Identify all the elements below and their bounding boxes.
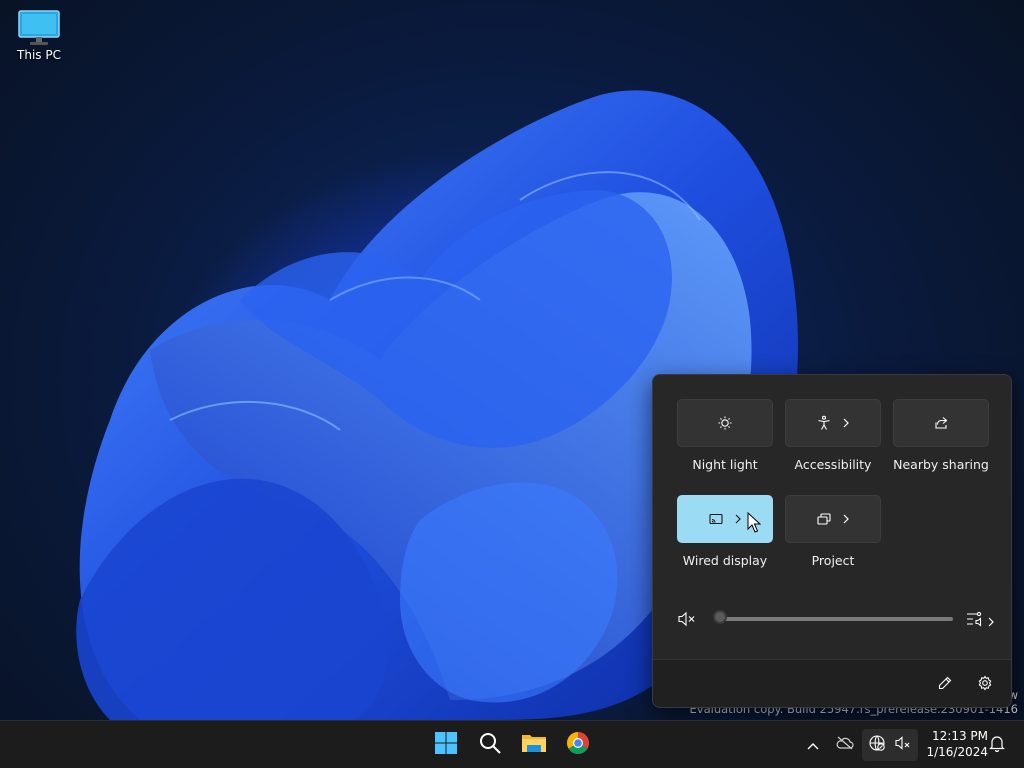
windows-start-icon	[434, 731, 458, 759]
project-icon	[816, 511, 832, 527]
nearby-sharing-label: Nearby sharing	[893, 457, 989, 472]
file-explorer-button[interactable]	[516, 727, 552, 763]
start-button[interactable]	[428, 727, 464, 763]
pencil-icon[interactable]	[937, 675, 953, 695]
clock-button[interactable]: 12:13 PM 1/16/2024	[918, 728, 988, 760]
cloud-offline-icon	[835, 735, 855, 755]
project-label: Project	[811, 553, 855, 568]
chrome-icon	[566, 731, 590, 759]
cast-icon	[708, 511, 724, 527]
night-light-tile[interactable]	[677, 399, 773, 447]
speaker-muted-icon[interactable]	[677, 610, 697, 632]
audio-output-icon[interactable]	[965, 609, 985, 633]
speaker-muted-icon	[894, 734, 912, 756]
night-light-label: Night light	[692, 457, 758, 472]
desktop-icon-this-pc[interactable]: This PC	[10, 8, 68, 62]
file-explorer-icon	[521, 732, 547, 758]
search-button[interactable]	[472, 727, 508, 763]
nearby-sharing-tile[interactable]	[893, 399, 989, 447]
volume-slider-track[interactable]	[721, 617, 953, 621]
share-icon	[933, 415, 949, 431]
project-tile[interactable]	[785, 495, 881, 543]
search-icon	[478, 731, 502, 759]
volume-slider-thumb[interactable]	[713, 610, 727, 624]
chevron-up-icon	[806, 736, 820, 755]
wired-display-label: Wired display	[682, 553, 768, 568]
desktop-icon-label: This PC	[17, 48, 61, 62]
onedrive-button[interactable]	[832, 729, 858, 761]
clock-time: 12:13 PM	[932, 729, 988, 743]
network-volume-button[interactable]	[862, 729, 918, 761]
this-pc-icon	[18, 10, 60, 45]
night-light-icon	[717, 415, 733, 431]
chevron-right-icon	[842, 417, 850, 429]
network-icon	[868, 734, 886, 756]
quick-settings-footer	[653, 659, 1011, 707]
chevron-right-icon[interactable]	[987, 613, 995, 632]
chevron-right-icon	[734, 513, 742, 525]
bell-icon	[989, 734, 1005, 756]
accessibility-tile[interactable]	[785, 399, 881, 447]
taskbar: 12:13 PM 1/16/2024	[0, 720, 1024, 768]
clock-date: 1/16/2024	[926, 745, 988, 759]
mouse-cursor-icon	[747, 512, 761, 533]
notifications-button[interactable]	[986, 729, 1008, 761]
accessibility-icon	[816, 415, 832, 431]
chevron-right-icon	[842, 513, 850, 525]
chrome-button[interactable]	[560, 727, 596, 763]
gear-icon[interactable]	[977, 675, 993, 695]
accessibility-label: Accessibility	[794, 457, 872, 472]
show-hidden-icons-button[interactable]	[800, 729, 826, 761]
volume-row	[677, 607, 997, 631]
quick-settings-flyout: Night light Accessibility Nearby sharing	[652, 374, 1012, 708]
